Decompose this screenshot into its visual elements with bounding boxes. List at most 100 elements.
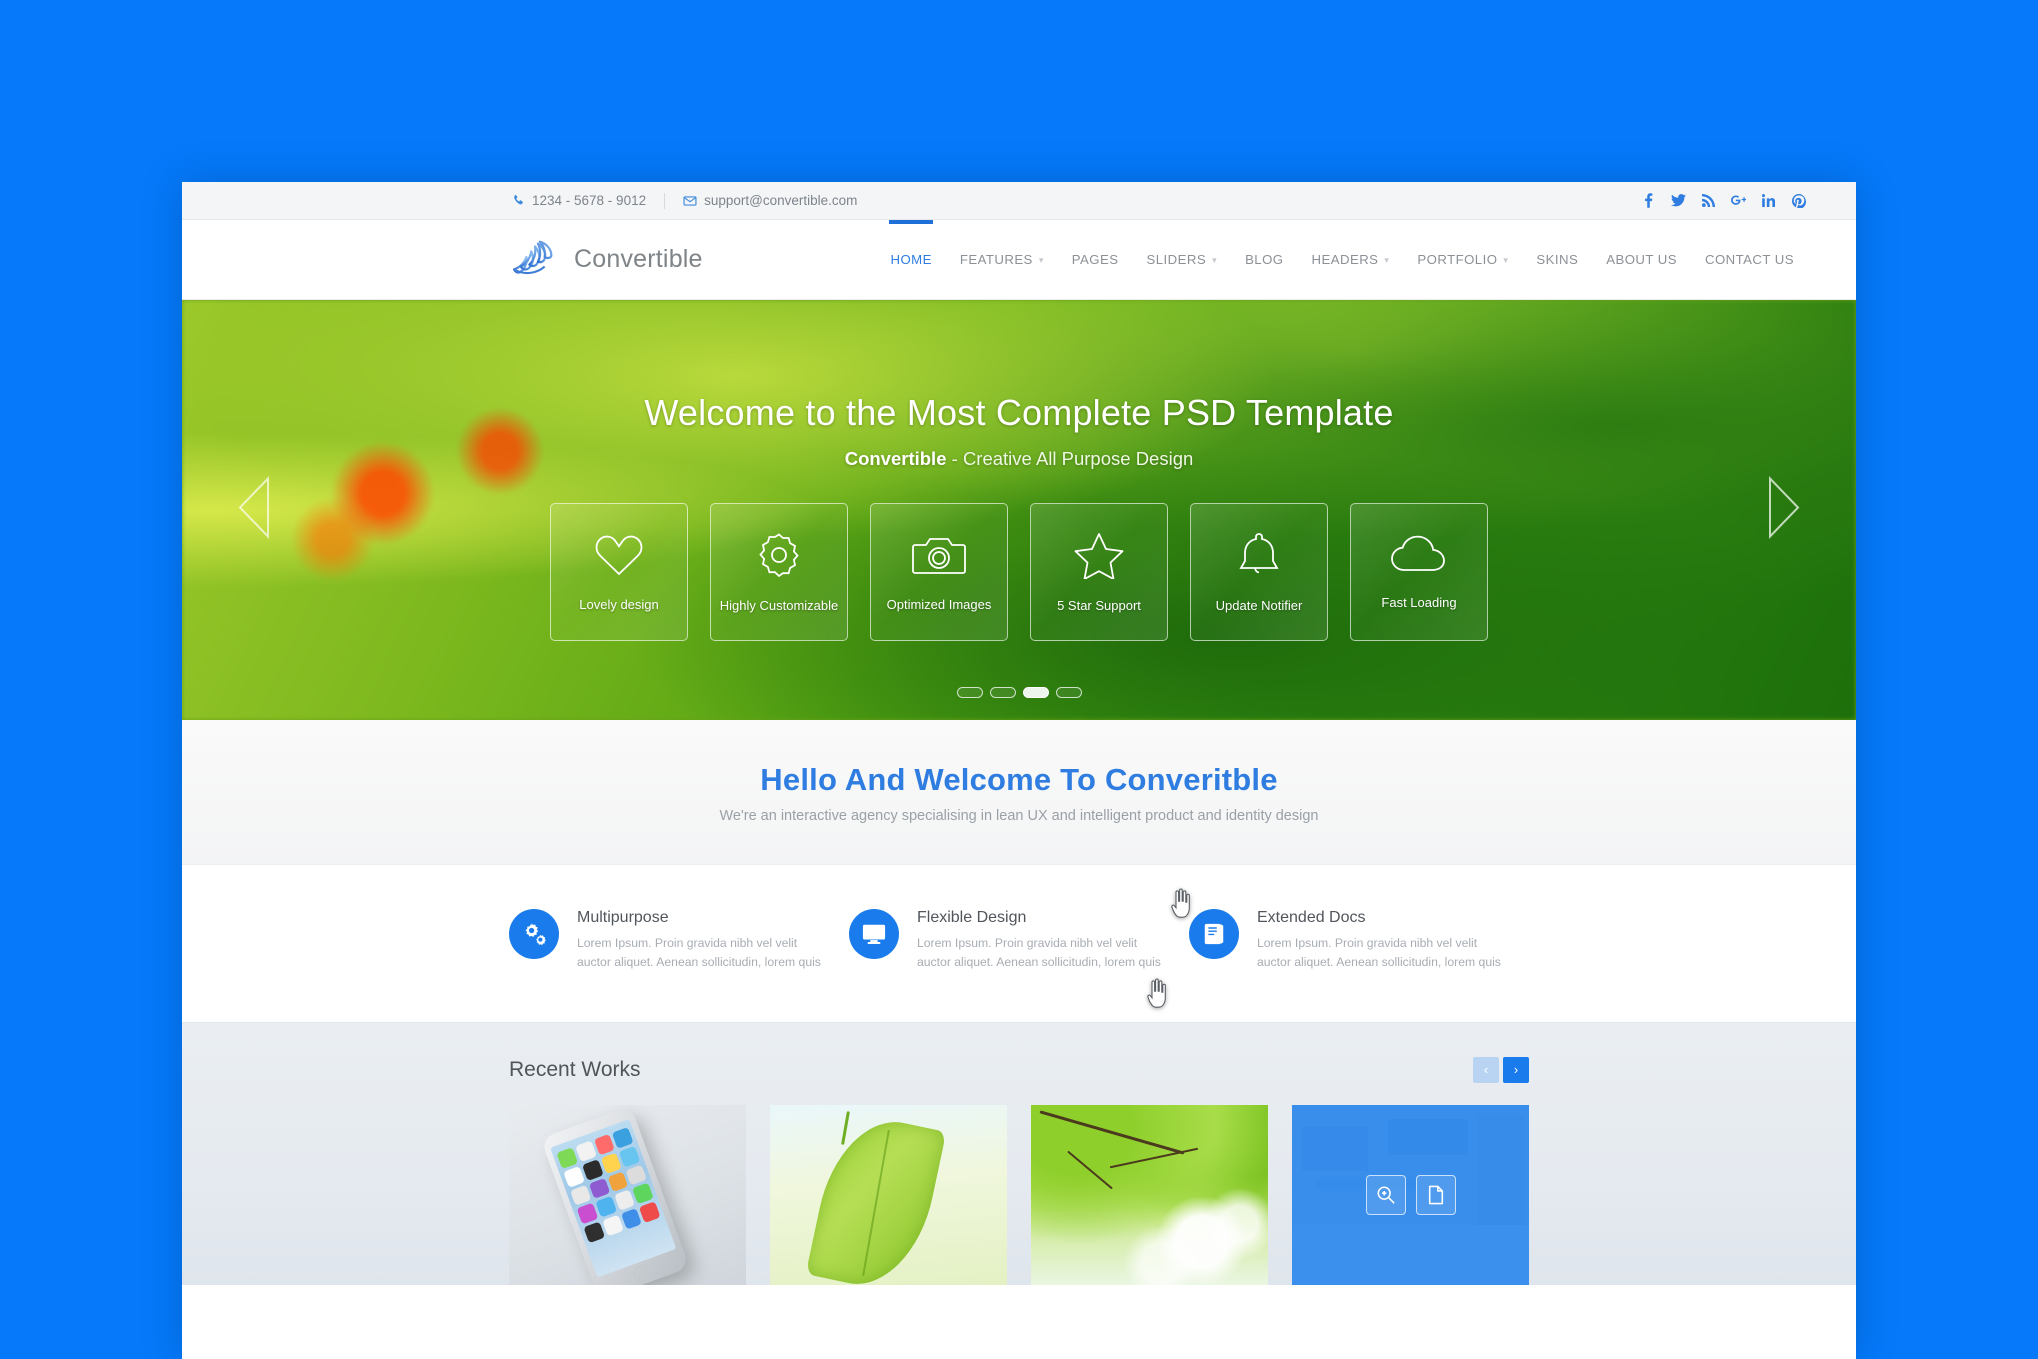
hero-feature-lovely-design[interactable]: Lovely design [550,503,688,641]
chevron-down-icon: ▾ [1212,255,1218,265]
facebook-icon[interactable] [1641,193,1656,209]
logo[interactable]: Convertible [510,235,703,284]
nav-label: PORTFOLIO [1417,252,1498,267]
top-bar: 1234 - 5678 - 9012 support@convertible.c… [182,182,1856,220]
nav-item-contact-us[interactable]: CONTACT US [1691,220,1808,299]
work-thumbnail-smartphone[interactable] [509,1104,746,1285]
hero-feature-highly-customizable[interactable]: Highly Customizable [710,503,848,641]
app-icon [639,1201,661,1223]
linkedin-icon[interactable] [1761,193,1776,209]
phone-contact[interactable]: 1234 - 5678 - 9012 [512,193,646,208]
nav-item-sliders[interactable]: SLIDERS ▾ [1133,220,1232,299]
top-bar-contact-group: 1234 - 5678 - 9012 support@convertible.c… [512,192,857,209]
smartphone-graphic [540,1105,690,1285]
link-page-icon[interactable] [1415,1174,1456,1215]
app-icon [593,1133,615,1156]
recent-works-section: Recent Works ‹ › [182,1021,1856,1285]
work-thumbnail-maple-leaves[interactable] [1031,1104,1268,1285]
service-multipurpose: Multipurpose Lorem Ipsum. Proin gravida … [509,909,849,972]
app-icon [563,1165,585,1188]
rss-icon[interactable] [1701,193,1716,209]
app-icon [625,1163,648,1186]
pinterest-icon[interactable] [1791,193,1806,209]
gears-icon[interactable] [509,909,559,959]
welcome-heading-accent: Converitble [1104,762,1278,797]
feature-label: Optimized Images [886,597,992,612]
welcome-section: Hello And Welcome To Converitble We're a… [182,720,1856,865]
camera-icon [912,532,966,597]
app-icon [607,1170,629,1193]
zoom-icon[interactable] [1365,1174,1406,1215]
site-header: Convertible HOME FEATURES ▾ PAGES SLIDER… [182,220,1856,300]
social-links [1641,193,1806,209]
nav-item-features[interactable]: FEATURES ▾ [946,220,1058,299]
book-icon[interactable] [1189,909,1239,959]
hero-next-arrow[interactable] [1758,475,1804,546]
monitor-icon[interactable] [849,909,899,959]
hero-subtitle: Convertible - Creative All Purpose Desig… [182,448,1856,470]
app-icon [581,1158,604,1181]
nav-item-blog[interactable]: BLOG [1231,220,1297,299]
service-text: Multipurpose Lorem Ipsum. Proin gravida … [577,909,829,972]
nav-item-portfolio[interactable]: PORTFOLIO ▾ [1403,220,1522,299]
app-icon [618,1145,641,1167]
nav-item-pages[interactable]: PAGES [1058,220,1133,299]
service-text: Extended Docs Lorem Ipsum. Proin gravida… [1257,909,1509,972]
hero-feature-optimized-images[interactable]: Optimized Images [870,503,1008,641]
email-contact[interactable]: support@convertible.com [683,193,857,208]
feature-label: Highly Customizable [719,598,839,613]
nav-item-headers[interactable]: HEADERS ▾ [1298,220,1404,299]
app-icon [612,1126,634,1149]
chevron-down-icon: ▾ [1384,255,1390,265]
hero-pagination [182,687,1856,698]
service-description: Lorem Ipsum. Proin gravida nibh vel veli… [1257,936,1501,969]
nav-item-about-us[interactable]: ABOUT US [1592,220,1691,299]
recent-works-header: Recent Works ‹ › [509,1056,1529,1083]
phone-number: 1234 - 5678 - 9012 [532,193,647,208]
hero-dot-4[interactable] [1055,687,1082,698]
hero-dot-1[interactable] [956,687,983,698]
nav-item-home[interactable]: HOME [876,220,945,299]
app-icon [574,1140,597,1162]
app-icon [632,1182,654,1205]
branch-graphic [1039,1110,1185,1155]
service-title: Multipurpose [577,909,669,926]
service-flexible-design: Flexible Design Lorem Ipsum. Proin gravi… [849,909,1189,972]
leaf-stem [841,1110,850,1145]
hero-feature-5-star-support[interactable]: 5 Star Support [1030,503,1168,641]
works-prev-button[interactable]: ‹ [1473,1056,1499,1083]
twitter-icon[interactable] [1671,193,1686,209]
nav-label: BLOG [1245,252,1284,267]
app-icon [583,1221,605,1243]
app-icon [595,1196,617,1218]
envelope-icon [683,194,697,208]
lotus-logo-icon [510,235,564,284]
google-plus-icon[interactable] [1731,193,1746,209]
phone-home-button [631,1264,651,1284]
hero-feature-fast-loading[interactable]: Fast Loading [1350,503,1488,641]
recent-works-title: Recent Works [509,1057,641,1081]
app-icon [576,1202,599,1225]
hero-dot-3[interactable] [1022,687,1049,698]
chevron-left-icon: ‹ [1483,1062,1489,1078]
app-icon [620,1207,642,1230]
leaf-graphic [805,1109,947,1285]
bell-icon [1236,531,1282,598]
app-icon [601,1214,624,1237]
app-icon [600,1152,622,1174]
branch-graphic [1067,1150,1113,1190]
work-thumbnail-interior[interactable] [1292,1104,1529,1285]
work-thumbnail-leaf[interactable] [770,1104,1007,1285]
heart-icon [593,532,645,597]
nav-label: FEATURES [959,252,1033,267]
nav-item-skins[interactable]: SKINS [1522,220,1592,299]
hero-slider: Welcome to the Most Complete PSD Templat… [182,300,1856,720]
service-text: Flexible Design Lorem Ipsum. Proin gravi… [917,909,1169,972]
hero-prev-arrow[interactable] [234,475,280,546]
hero-dot-2[interactable] [989,687,1016,698]
welcome-subheading: We're an interactive agency specialising… [719,808,1319,824]
nav-label: SLIDERS [1146,252,1207,267]
works-next-button[interactable]: › [1503,1056,1529,1083]
hero-feature-update-notifier[interactable]: Update Notifier [1190,503,1328,641]
hero-feature-boxes: Lovely design Highly Customizable Optimi… [182,503,1856,641]
